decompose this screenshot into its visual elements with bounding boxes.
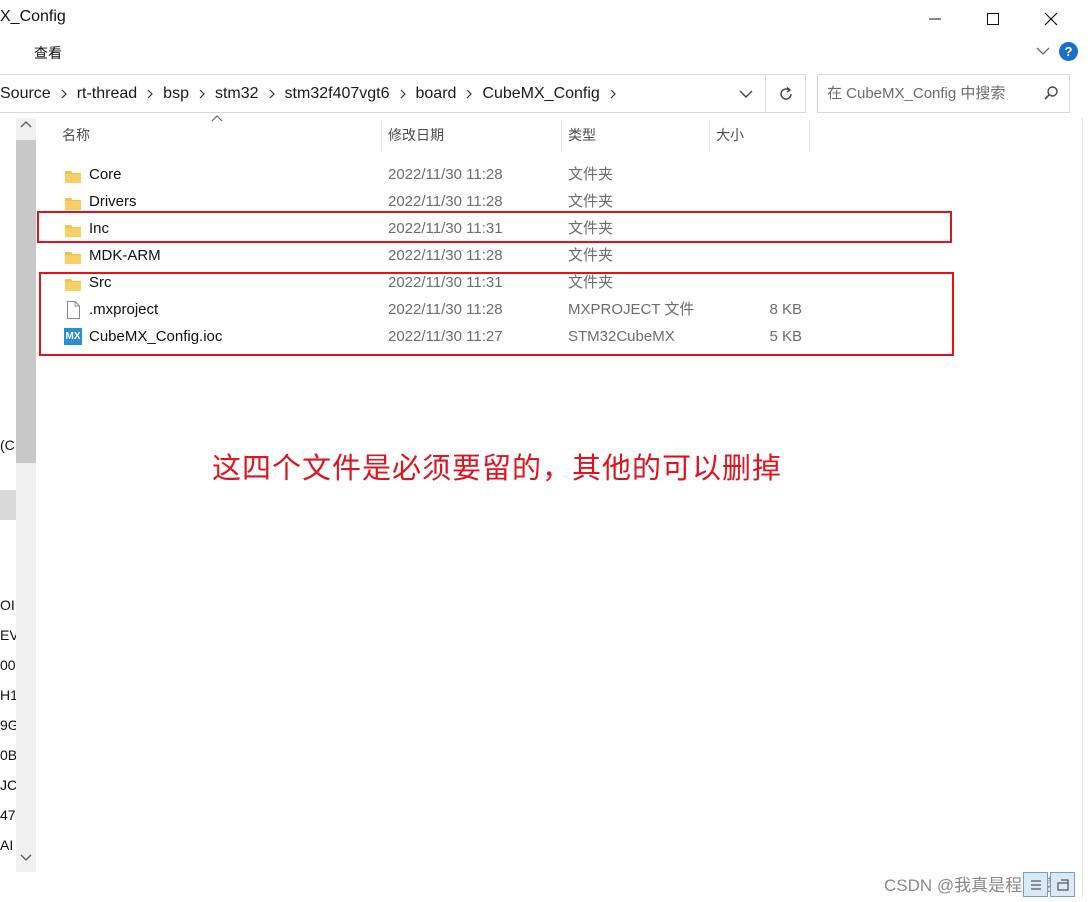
scroll-down-icon[interactable] (20, 854, 32, 862)
nav-item[interactable]: AI (0, 837, 16, 853)
search-input[interactable] (827, 85, 1037, 102)
close-icon (1044, 12, 1058, 26)
breadcrumb-item[interactable]: stm32 (215, 85, 259, 103)
nav-item[interactable]: EV (0, 627, 16, 643)
large-icons-view-button[interactable] (1050, 872, 1075, 897)
refresh-icon (779, 86, 792, 100)
breadcrumb-separator[interactable] (51, 89, 77, 99)
window-title: X_Config (0, 8, 66, 25)
column-header-name[interactable]: 名称 (55, 118, 380, 152)
breadcrumb-separator[interactable] (600, 89, 626, 99)
column-header-date[interactable]: 修改日期 (381, 118, 561, 152)
folder-icon (64, 247, 82, 264)
close-button[interactable] (1022, 0, 1080, 38)
file-row[interactable]: MDK-ARM 2022/11/30 11:28 文件夹 (60, 242, 820, 269)
nav-item[interactable]: 47 (0, 807, 16, 823)
chevron-right-icon (61, 89, 67, 98)
chevron-right-icon (466, 89, 473, 98)
column-divider[interactable] (809, 120, 810, 152)
minimize-icon (929, 18, 941, 20)
breadcrumb-item[interactable]: Source (0, 85, 51, 103)
breadcrumb-separator[interactable] (137, 89, 163, 99)
column-header-size[interactable]: 大小 (709, 118, 809, 152)
minimize-button[interactable] (906, 0, 964, 38)
tab-view[interactable]: 查看 (34, 43, 62, 63)
nav-item[interactable]: 9G (0, 717, 16, 733)
large-icons-view-icon (1057, 879, 1068, 890)
search-icon (1044, 86, 1058, 100)
chevron-right-icon (199, 89, 205, 98)
file-name: Core (89, 166, 122, 183)
expand-ribbon-button[interactable] (1032, 40, 1054, 62)
address-history-button[interactable] (729, 75, 763, 112)
nav-item[interactable]: H1 (0, 687, 16, 703)
column-header-type[interactable]: 类型 (561, 118, 709, 152)
scrollbar-thumb[interactable] (16, 140, 36, 463)
chevron-right-icon (269, 89, 275, 98)
chevron-right-icon (147, 89, 154, 98)
chevron-right-icon (400, 89, 406, 98)
maximize-icon (987, 13, 999, 25)
breadcrumb-separator[interactable] (259, 89, 285, 99)
highlight-box-inc (37, 211, 952, 243)
search-box[interactable] (817, 74, 1070, 113)
chevron-right-icon (610, 89, 616, 98)
chevron-down-icon (739, 90, 753, 98)
file-type: 文件夹 (568, 247, 614, 264)
breadcrumb-item[interactable]: rt-thread (77, 85, 137, 103)
breadcrumb: Source rt-thread bsp stm32 stm32f407vgt6… (0, 75, 626, 112)
details-view-button[interactable] (1023, 872, 1048, 897)
file-date: 2022/11/30 11:28 (388, 166, 503, 183)
breadcrumb-item[interactable]: board (416, 85, 457, 103)
file-type: 文件夹 (568, 166, 614, 183)
folder-icon (64, 166, 82, 183)
highlight-box-src-files (39, 272, 954, 356)
breadcrumb-separator[interactable] (456, 89, 482, 99)
pane-divider (1082, 118, 1083, 898)
chevron-down-icon (1036, 47, 1050, 55)
file-date: 2022/11/30 11:28 (388, 247, 503, 264)
nav-item[interactable]: OI (0, 597, 16, 613)
nav-item[interactable]: (C (0, 437, 16, 453)
address-bar[interactable]: Source rt-thread bsp stm32 stm32f407vgt6… (0, 74, 766, 113)
breadcrumb-item[interactable]: stm32f407vgt6 (285, 85, 390, 103)
nav-item[interactable]: 0B (0, 747, 16, 763)
nav-item[interactable]: JC (0, 777, 16, 793)
annotation-text: 这四个文件是必须要留的，其他的可以删掉 (212, 451, 783, 485)
help-button[interactable]: ? (1059, 42, 1078, 61)
refresh-button[interactable] (766, 74, 806, 113)
scroll-up-icon[interactable] (20, 120, 32, 128)
breadcrumb-item[interactable]: CubeMX_Config (482, 85, 599, 103)
nav-item[interactable]: 00 (0, 657, 16, 673)
details-view-icon (1030, 880, 1041, 889)
breadcrumb-separator[interactable] (390, 89, 416, 99)
folder-icon (64, 193, 82, 210)
nav-selected-item[interactable] (0, 490, 16, 520)
breadcrumb-item[interactable]: bsp (163, 85, 189, 103)
file-row[interactable]: Core 2022/11/30 11:28 文件夹 (60, 161, 820, 188)
file-name: MDK-ARM (89, 247, 161, 264)
maximize-button[interactable] (964, 0, 1022, 38)
nav-scrollbar[interactable] (16, 118, 36, 872)
breadcrumb-separator[interactable] (189, 89, 215, 99)
